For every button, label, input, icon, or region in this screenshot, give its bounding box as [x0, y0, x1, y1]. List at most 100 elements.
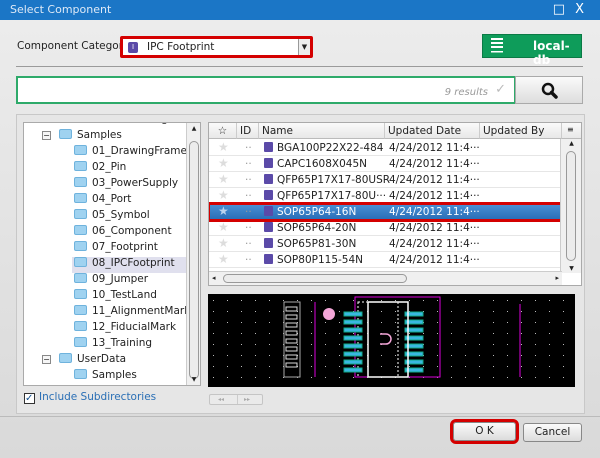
grid-horizontal-scrollbar[interactable]: ◂ ▸ [209, 271, 562, 285]
checkbox-checked-icon[interactable]: ✓ [24, 393, 35, 404]
column-header-name[interactable]: Name [259, 123, 385, 139]
scroll-up-icon[interactable]: ▲ [561, 140, 581, 147]
folder-icon [74, 193, 87, 203]
tree-item-label: 02_Pin [92, 161, 127, 173]
footprint-mark [479, 344, 480, 345]
footprint-mark [227, 355, 228, 356]
cancel-button[interactable]: Cancel [523, 423, 582, 442]
folder-icon [74, 257, 87, 267]
scroll-thumb[interactable] [566, 151, 576, 261]
footprint-mark [213, 322, 214, 323]
table-row[interactable]: ★ ·· SOP65P64-16N 4/24/2012 11:4··· [209, 202, 564, 222]
tree-item-label: 13_Training [92, 337, 153, 349]
table-row[interactable]: ★ ·· SOP80P115-54N 4/24/2012 11:4··· [209, 252, 562, 268]
footprint-mark [493, 333, 494, 334]
footprint-mark [395, 366, 396, 367]
column-header-updated-date[interactable]: Updated Date [385, 123, 480, 139]
collapse-icon[interactable]: − [42, 355, 51, 364]
preview-prev-button[interactable]: ◂◂ [218, 396, 224, 403]
column-header-updated-by[interactable]: Updated By [480, 123, 562, 139]
footprint-mark [381, 300, 382, 301]
grid-scrollbar[interactable]: ▲ ▼ [560, 139, 581, 273]
tree-item[interactable]: 12_FiducialMark [74, 321, 176, 337]
footprint-mark [241, 355, 242, 356]
chevron-down-icon[interactable]: ▼ [298, 39, 310, 55]
favorite-star-icon[interactable]: ★ [218, 220, 229, 234]
footprint-mark [339, 366, 340, 367]
include-subdirectories-checkbox[interactable]: ✓ Include Subdirectories [24, 391, 156, 404]
scroll-left-icon[interactable]: ◂ [212, 274, 216, 282]
footprint-mark [563, 300, 564, 301]
preview-next-button[interactable]: ▸▸ [244, 396, 250, 403]
table-row[interactable]: ★ ·· BGA100P22X22-484 4/24/2012 11:4··· [209, 140, 562, 156]
table-row[interactable]: ★ ·· CAPC1608X045N 4/24/2012 11:4··· [209, 156, 562, 172]
tree-item[interactable]: Samples [74, 369, 137, 385]
tree-item[interactable]: DefaultSettings [74, 123, 173, 129]
tree-item[interactable]: 11_AlignmentMark [74, 305, 190, 321]
tree-scrollbar[interactable]: ▲ ▼ [186, 123, 200, 385]
tree-item[interactable]: 10_TestLand [74, 289, 157, 305]
table-row[interactable]: ★ ·· QFP65P17X17-80U··· 4/24/2012 11:4··· [209, 188, 562, 204]
collapse-icon[interactable]: − [42, 131, 51, 140]
footprint-mark [563, 344, 564, 345]
tree-item[interactable]: − Samples [42, 129, 122, 145]
footprint-mark [507, 366, 508, 367]
favorite-star-icon[interactable]: ★ [218, 252, 229, 266]
footprint-mark [343, 311, 363, 317]
name-cell: QFP65P17X17-80USR [264, 174, 390, 186]
footprint-mark [367, 301, 409, 378]
scroll-down-icon[interactable]: ▼ [187, 376, 200, 383]
component-grid[interactable]: ☆ ID Name Updated Date Updated By ≡ ★ ·· B… [208, 122, 582, 286]
footprint-mark [395, 333, 396, 334]
preview-nav: ◂◂ ▸▸ [209, 394, 263, 405]
footprint-mark [535, 355, 536, 356]
column-header-id[interactable]: ID [237, 123, 259, 139]
column-chooser-icon[interactable]: ≡ [562, 123, 581, 139]
footprint-mark [465, 366, 466, 367]
favorite-star-icon[interactable]: ★ [218, 188, 229, 202]
favorite-star-icon[interactable]: ★ [218, 172, 229, 186]
local-db-button[interactable]: local-db [482, 34, 582, 67]
footprint-mark [507, 300, 508, 301]
component-category-select[interactable]: I IPC Footprint ▼ [120, 36, 313, 58]
tree-item[interactable]: 03_PowerSupply [74, 177, 178, 193]
maximize-button[interactable]: □ [553, 2, 575, 17]
favorite-star-icon[interactable]: ★ [218, 156, 229, 170]
favorite-star-icon[interactable]: ★ [218, 204, 229, 218]
tree-item[interactable]: 09_Jumper [74, 273, 148, 289]
table-row[interactable]: ★ ·· QFP65P17X17-80USR 4/24/2012 11:4··· [209, 172, 562, 188]
tree-item[interactable]: 05_Symbol [74, 209, 150, 225]
tree-item[interactable]: 07_Footprint [74, 241, 158, 257]
column-header-favorite[interactable]: ☆ [209, 123, 237, 139]
tree-item[interactable]: − UserData [42, 353, 126, 369]
scroll-thumb[interactable] [223, 274, 407, 283]
tree-item[interactable]: 02_Pin [74, 161, 126, 177]
footprint-mark [465, 355, 466, 356]
footprint-mark [395, 344, 396, 345]
scroll-right-icon[interactable]: ▸ [555, 274, 559, 282]
scroll-down-icon[interactable]: ▼ [561, 265, 581, 272]
table-row[interactable]: ★ ·· SOP65P81-30N 4/24/2012 11:4··· [209, 236, 562, 252]
footprint-mark [297, 300, 298, 301]
footprint-mark [325, 344, 326, 345]
ok-button[interactable]: O K [450, 419, 519, 444]
scroll-up-icon[interactable]: ▲ [187, 125, 200, 132]
table-row[interactable]: ★ ·· SOP65P64-20N 4/24/2012 11:4··· [209, 220, 562, 236]
tree-item-label: 03_PowerSupply [92, 177, 179, 189]
tree-item[interactable]: 13_Training [74, 337, 152, 353]
folder-tree[interactable]: DefaultSettings − Samples 01_DrawingFrame 02… [23, 122, 201, 386]
footprint-mark [325, 300, 326, 301]
favorite-star-icon[interactable]: ★ [218, 236, 229, 250]
checkmark-icon: ✓ [495, 82, 506, 97]
search-button[interactable] [515, 76, 583, 104]
close-button[interactable]: X [575, 2, 594, 17]
scroll-thumb[interactable] [189, 141, 199, 379]
tree-item[interactable]: 08_IPCFootprint [72, 257, 187, 273]
tree-item[interactable]: 01_DrawingFrame [74, 145, 187, 161]
divider [16, 66, 583, 67]
search-input[interactable]: 9 results ✓ [16, 76, 516, 104]
tree-item-label: 10_TestLand [92, 289, 157, 301]
tree-item[interactable]: 06_Component [74, 225, 172, 241]
favorite-star-icon[interactable]: ★ [218, 140, 229, 154]
tree-item[interactable]: 04_Port [74, 193, 131, 209]
